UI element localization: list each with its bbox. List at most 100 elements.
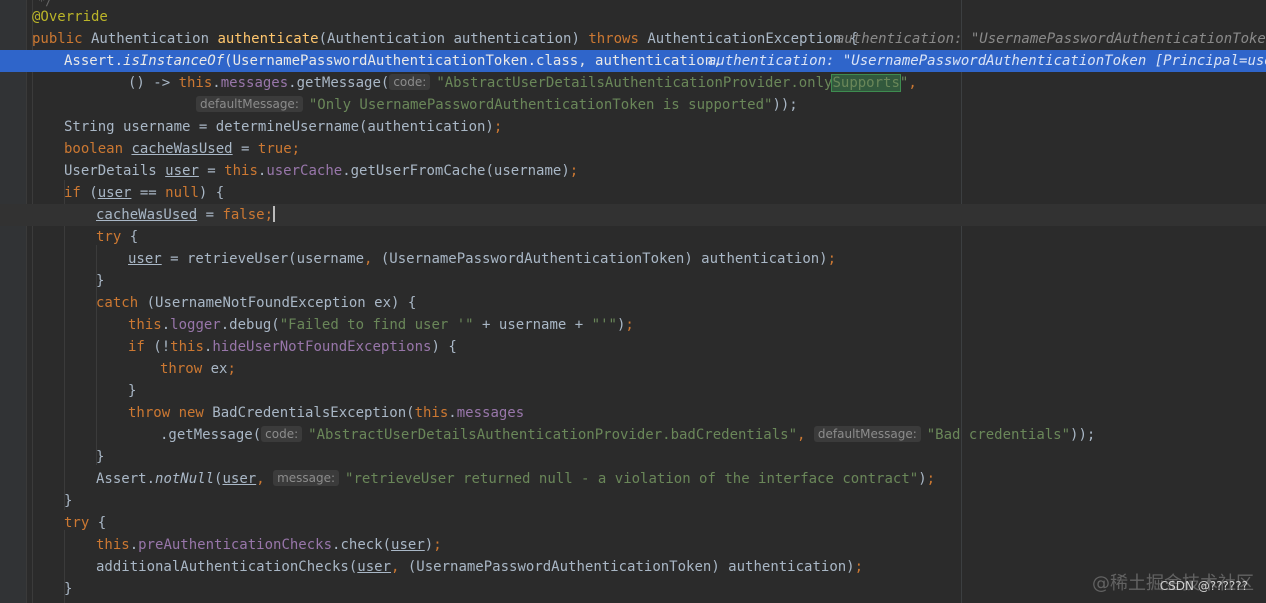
code-line[interactable]: try { [0,512,1266,534]
keyword: null [165,185,199,201]
code-line[interactable]: Assert.notNull(user, message: "retrieveUs… [0,468,1266,490]
code-line[interactable]: () -> this.messages.getMessage(code: "Abs… [0,72,1266,94]
code-line[interactable]: UserDetails user = this.userCache.getUse… [0,160,1266,182]
code-token: Authentication [82,31,218,47]
code-token: . [212,75,221,91]
static-method: notNull [155,471,215,487]
code-line[interactable]: } [0,578,1266,600]
text-cursor [273,206,276,222]
code-token: = [197,207,223,223]
keyword: throws [588,31,639,47]
keyword: try [64,515,90,531]
code-token: = [198,163,225,179]
keyword: throw [160,361,203,377]
code-token: } [96,273,105,289]
code-line[interactable]: boolean cacheWasUsed = true; [0,138,1266,160]
variable: cacheWasUsed [96,207,198,223]
code-token: ; [227,361,236,377]
variable: user [165,163,199,179]
code-token: .getMessage( [288,75,390,91]
keyword: class [536,53,579,69]
variable: user [391,537,425,553]
code-token: ; [264,207,274,223]
code-token: , authentication, [578,53,722,69]
keyword: this [224,163,258,179]
code-token: ; [493,119,503,135]
code-token: , [797,427,806,443]
static-method: isInstanceOf [123,53,225,69]
code-token: (UsernamePasswordAuthenticationToken) au… [399,559,855,575]
field: messages [456,405,525,421]
code-line[interactable]: defaultMessage: "Only UsernamePasswordAut… [0,94,1266,116]
code-token: .getUserFromCache(username) [342,163,570,179]
code-line[interactable]: throw new BadCredentialsException(this.m… [0,402,1266,424]
field: logger [170,317,221,333]
code-line[interactable]: } [0,380,1266,402]
code-token: ; [291,141,301,157]
code-line[interactable]: this.preAuthenticationChecks.check(user)… [0,534,1266,556]
code-token: ) [918,471,927,487]
code-line[interactable]: additionalAuthenticationChecks(user, (Us… [0,556,1266,578]
parameter-hint: code: [389,74,431,90]
code-token: = retrieveUser(username [161,251,365,267]
code-line[interactable]: user = retrieveUser(username, (UsernameP… [0,248,1266,270]
code-line[interactable]: if (!this.hideUserNotFoundExceptions) { [0,336,1266,358]
field: userCache [266,163,343,179]
code-token: additionalAuthenticationChecks( [96,559,358,575]
code-token: .debug( [220,317,280,333]
string-literal: "retrieveUser returned null - a violatio… [345,471,919,487]
code-token: ; [569,163,579,179]
code-token: (UsernameNotFoundException ex) { [138,295,417,311]
code-line[interactable]: } [0,270,1266,292]
annotation: @Override [32,9,108,25]
keyword: if [128,339,145,355]
code-line[interactable]: @Override [0,6,1266,28]
code-token: ) [424,537,434,553]
code-line[interactable]: String username = determineUsername(auth… [0,116,1266,138]
code-line[interactable]: this.logger.debug("Failed to find user '… [0,314,1266,336]
code-token: ( [80,185,98,201]
string-literal: "Bad credentials" [926,427,1071,443]
field: hideUserNotFoundExceptions [212,339,432,355]
code-line[interactable]: } [0,446,1266,468]
code-token: ; [433,537,442,553]
code-token: .getMessage( [160,427,262,443]
code-line[interactable]: } [0,490,1266,512]
code-editor[interactable]: */ @Override public Authentication authe… [0,0,1266,603]
code-token: ex [202,361,228,377]
keyword: this [414,405,449,421]
code-token: )); [772,97,798,113]
code-token: .check( [332,537,392,553]
code-token: () -> [128,75,179,91]
keyword: if [64,185,81,201]
code-token: (UsernamePasswordAuthenticationToken. [224,53,537,69]
code-token: Assert. [96,471,156,487]
code-line[interactable]: .getMessage(code: "AbstractUserDetailsAut… [0,424,1266,446]
code-token: String username = determineUsername(auth… [64,119,494,135]
inline-debug-value: authentication: "UsernamePasswordAuthent… [836,31,1266,47]
code-line[interactable]: catch (UsernameNotFoundException ex) { [0,292,1266,314]
keyword: try [96,229,122,245]
code-token: ; [625,317,634,333]
code-line[interactable]: throw ex; [0,358,1266,380]
code-token: Assert. [64,53,124,69]
keyword: this [96,537,130,553]
parameter-hint: defaultMessage: [813,426,921,442]
variable: user [128,251,162,267]
variable: cacheWasUsed [131,141,233,157]
code-line-caret[interactable]: cacheWasUsed = false; [0,204,1266,226]
code-token: = [232,141,258,157]
code-token: ) { [198,185,225,201]
code-line-current-execution[interactable]: Assert.isInstanceOf(UsernamePasswordAuth… [0,50,1266,72]
code-line[interactable]: try { [0,226,1266,248]
code-token: (Authentication authentication) [318,31,589,47]
keyword: this [170,339,204,355]
code-line[interactable]: if (user == null) { [0,182,1266,204]
code-token: (UsernamePasswordAuthenticationToken) au… [372,251,828,267]
code-token: == [131,185,166,201]
parameter-hint: code: [261,426,303,442]
code-token: } [96,449,105,465]
code-token: ; [926,471,936,487]
inline-debug-value: authentication: "UsernamePasswordAuthent… [708,53,1266,69]
code-line[interactable]: public Authentication authenticate(Authe… [0,28,1266,50]
